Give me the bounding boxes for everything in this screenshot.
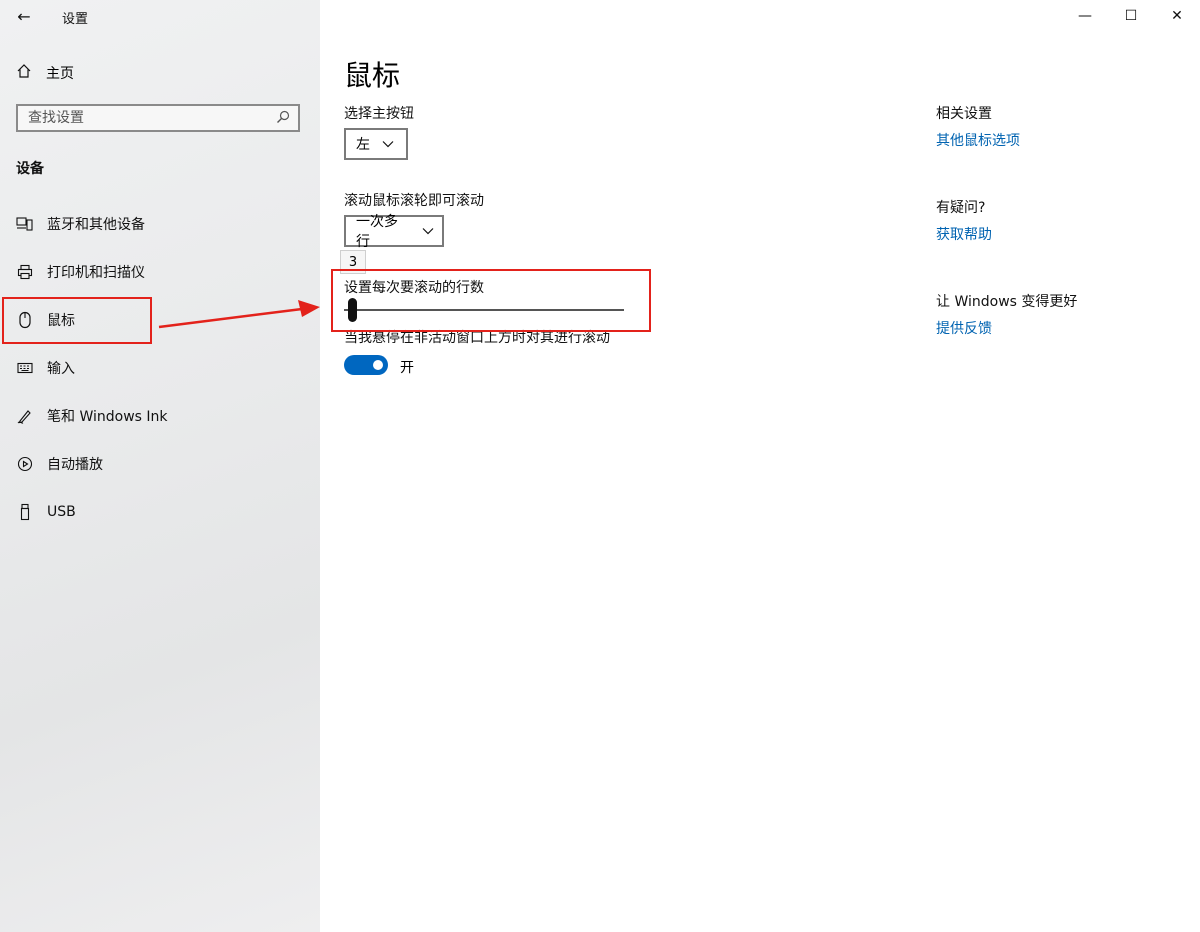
keyboard-icon	[16, 359, 34, 377]
annotation-arrow-icon	[158, 300, 320, 329]
autoplay-icon	[16, 455, 34, 473]
bluetooth-devices-icon	[16, 215, 34, 233]
annotation-highlight-box	[331, 269, 651, 332]
give-feedback-link[interactable]: 提供反馈	[936, 318, 992, 338]
minimize-icon: —	[1078, 8, 1092, 24]
back-arrow-icon: ←	[17, 6, 31, 26]
pen-icon	[16, 407, 34, 425]
close-icon: ✕	[1171, 8, 1183, 24]
wheel-scroll-dropdown[interactable]: 一次多行	[344, 214, 444, 250]
usb-icon	[16, 503, 34, 521]
back-button[interactable]: ←	[10, 4, 38, 28]
toggle-state-text: 开	[400, 360, 414, 376]
sidebar-item-autoplay[interactable]: 自动播放	[16, 452, 103, 476]
dropdown-value: 左	[356, 137, 370, 153]
group-title: 设备	[16, 161, 44, 177]
more-mouse-options-link[interactable]: 其他鼠标选项	[936, 130, 1020, 150]
sidebar-item-label: 自动播放	[47, 457, 103, 473]
sidebar-item-label: USB	[47, 504, 76, 520]
primary-button-label: 选择主按钮	[344, 106, 414, 122]
primary-button-dropdown[interactable]: 左	[344, 128, 408, 160]
sidebar-item-label: 蓝牙和其他设备	[47, 217, 145, 233]
sidebar: ← 设置 主页 设备 蓝牙和其他设备 打印机和扫描仪 鼠标	[0, 0, 320, 932]
page-title: 鼠标	[344, 59, 401, 92]
sidebar-item-pen[interactable]: 笔和 Windows Ink	[16, 404, 168, 428]
chevron-down-icon	[422, 223, 434, 239]
search-icon[interactable]	[276, 109, 290, 128]
search-box[interactable]	[16, 104, 300, 132]
minimize-button[interactable]: —	[1070, 4, 1100, 28]
app-title: 设置	[62, 12, 89, 27]
questions-heading: 有疑问?	[936, 200, 986, 216]
sidebar-item-typing[interactable]: 输入	[16, 356, 75, 380]
dropdown-value: 一次多行	[356, 214, 398, 250]
close-button[interactable]: ✕	[1162, 4, 1192, 28]
sidebar-item-label: 输入	[47, 361, 75, 377]
home-icon	[16, 63, 32, 83]
home-label: 主页	[46, 66, 74, 82]
annotation-highlight-box	[2, 297, 152, 344]
maximize-button[interactable]: ☐	[1116, 4, 1146, 28]
sidebar-item-usb[interactable]: USB	[16, 500, 76, 524]
get-help-link[interactable]: 获取帮助	[936, 224, 992, 244]
maximize-icon: ☐	[1124, 8, 1138, 24]
sidebar-item-label: 打印机和扫描仪	[47, 265, 145, 281]
sidebar-item-printers[interactable]: 打印机和扫描仪	[16, 260, 145, 284]
search-input[interactable]	[26, 109, 276, 127]
sidebar-item-bluetooth[interactable]: 蓝牙和其他设备	[16, 212, 145, 236]
inactive-scroll-toggle[interactable]	[344, 355, 388, 375]
toggle-knob	[373, 360, 383, 370]
sidebar-item-home[interactable]: 主页	[16, 62, 74, 84]
feedback-heading: 让 Windows 变得更好	[936, 294, 1078, 310]
printer-icon	[16, 263, 34, 281]
chevron-down-icon	[382, 136, 394, 152]
wheel-scroll-label: 滚动鼠标滚轮即可滚动	[344, 193, 484, 209]
sidebar-item-label: 笔和 Windows Ink	[47, 409, 168, 425]
related-settings-heading: 相关设置	[936, 106, 992, 122]
